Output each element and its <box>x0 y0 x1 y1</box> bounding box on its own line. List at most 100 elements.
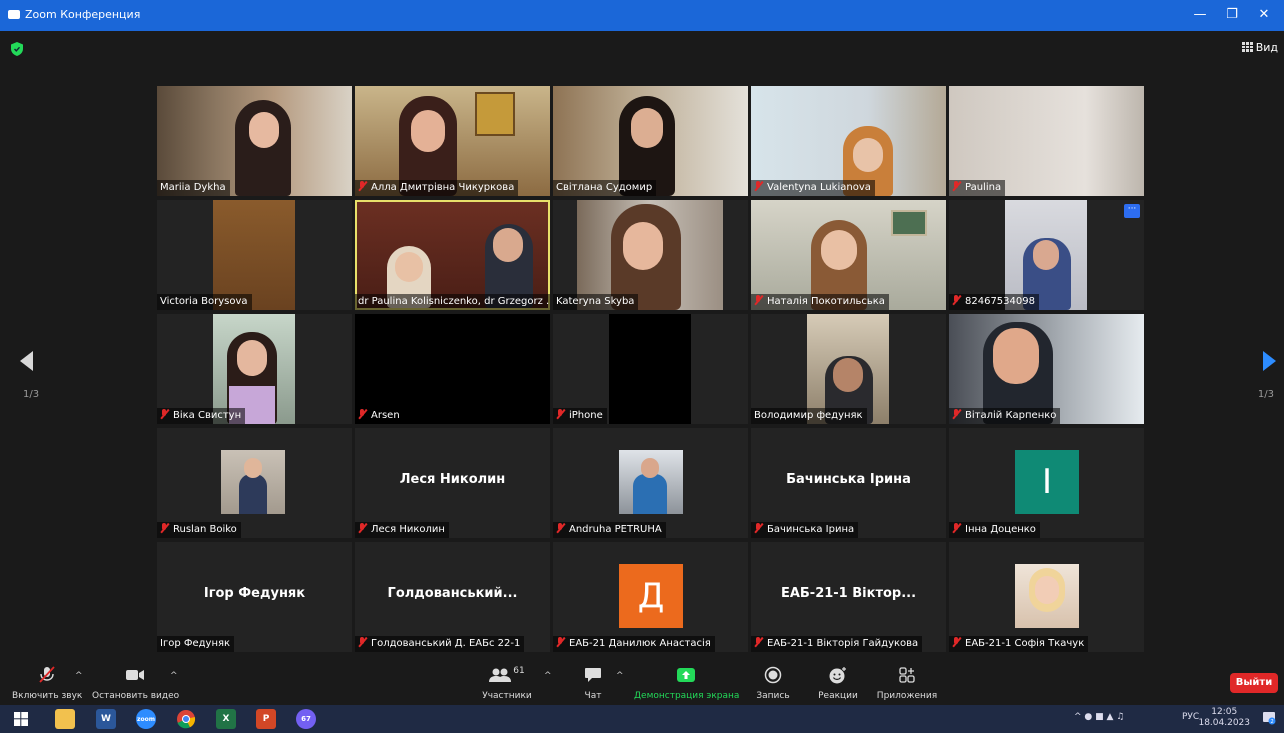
share-screen-button[interactable]: Демонстрация экрана <box>634 665 739 701</box>
notification-center-icon[interactable]: 2 <box>1262 711 1276 725</box>
participant-name: ЕАБ-21-1 Вікторія Гайдукова <box>751 636 923 652</box>
chrome-icon[interactable] <box>176 709 196 729</box>
participant-tile[interactable]: Володимир федуняк <box>751 314 946 424</box>
viber-icon[interactable]: 67 <box>296 709 316 729</box>
participant-video <box>631 108 663 148</box>
chat-options-caret[interactable]: ^ <box>616 671 624 681</box>
participant-video <box>395 252 423 282</box>
participant-tile[interactable]: Світлана Судомир <box>553 86 748 196</box>
participant-video <box>623 222 663 270</box>
participant-tile[interactable]: Віталій Карпенко <box>949 314 1144 424</box>
participant-display-name: Ігор Федуняк <box>203 586 306 601</box>
record-label: Запись <box>756 691 790 701</box>
record-button[interactable]: Запись <box>752 665 794 701</box>
excel-icon[interactable]: X <box>216 709 236 729</box>
more-options-button[interactable]: ··· <box>1124 204 1140 218</box>
word-icon[interactable]: W <box>96 709 116 729</box>
next-page-arrow-icon[interactable] <box>1262 351 1276 371</box>
participant-tile[interactable]: Віка Свистун <box>157 314 352 424</box>
participant-tile[interactable]: Victoria Borysova <box>157 200 352 310</box>
view-button[interactable]: Вид <box>1241 41 1278 54</box>
participant-video <box>609 314 691 424</box>
participant-name: Victoria Borysova <box>157 294 252 310</box>
previous-page-arrow-icon[interactable] <box>20 351 34 371</box>
clock-time: 12:05 <box>1211 707 1238 717</box>
participants-button[interactable]: 61 Участники <box>478 665 536 701</box>
taskbar-clock[interactable]: 12:05 18.04.2023 <box>1198 707 1250 729</box>
participant-tile[interactable]: Mariia Dykha <box>157 86 352 196</box>
participant-tile[interactable]: Kateryna Skyba <box>553 200 748 310</box>
muted-mic-icon <box>160 523 169 533</box>
stop-video-label: Остановить видео <box>92 691 180 701</box>
input-language[interactable]: РУС <box>1182 712 1199 722</box>
participant-photo <box>244 458 262 478</box>
audio-options-caret[interactable]: ^ <box>75 671 83 681</box>
participant-video <box>833 358 863 392</box>
windows-taskbar: W zoom X P 67 ^ ● ■ ▲ ♫ РУС 12:05 18.04.… <box>0 705 1284 733</box>
video-options-caret[interactable]: ^ <box>170 671 178 681</box>
participant-name: Arsen <box>355 408 404 424</box>
participant-tile[interactable]: Леся Николин Леся Николин <box>355 428 550 538</box>
participant-name: 82467534098 <box>949 294 1039 310</box>
participant-tile[interactable]: Valentyna Lukianova <box>751 86 946 196</box>
file-explorer-icon[interactable] <box>55 709 75 729</box>
participant-tile[interactable]: iPhone <box>553 314 748 424</box>
participant-tile[interactable]: Голдованський... Голдованський Д. ЕАБс 2… <box>355 542 550 652</box>
muted-mic-icon <box>160 409 169 419</box>
minimize-button[interactable]: — <box>1184 4 1216 26</box>
participant-name: Алла Дмитрівна Чикуркова <box>355 180 519 196</box>
participant-tile[interactable]: Наталія Покотильська <box>751 200 946 310</box>
participant-tile[interactable]: dr Paulina Kolisniczenko, dr Grzegorz ..… <box>355 200 550 310</box>
participants-label: Участники <box>482 691 532 701</box>
shield-icon[interactable] <box>10 42 24 56</box>
participant-tile[interactable]: ЕАБ-21-1 Софія Ткачук <box>949 542 1144 652</box>
grid-view-icon <box>1241 42 1253 52</box>
participant-video <box>821 230 857 270</box>
participant-tile[interactable]: Arsen <box>355 314 550 424</box>
apps-button[interactable]: Приложения <box>874 665 940 701</box>
zoom-icon[interactable]: zoom <box>136 709 156 729</box>
participant-tile[interactable]: Д ЕАБ-21 Данилюк Анастасія <box>553 542 748 652</box>
muted-mic-icon <box>556 523 565 533</box>
participant-photo <box>641 458 659 478</box>
muted-mic-icon <box>952 295 961 305</box>
stop-video-button[interactable]: Остановить видео <box>92 665 180 701</box>
reactions-button[interactable]: Реакции <box>814 665 862 701</box>
participants-options-caret[interactable]: ^ <box>544 671 552 681</box>
participant-tile[interactable]: Алла Дмитрівна Чикуркова <box>355 86 550 196</box>
participant-tile[interactable]: Ruslan Boiko <box>157 428 352 538</box>
muted-mic-icon <box>952 523 961 533</box>
participant-name: Ігор Федуняк <box>157 636 235 652</box>
maximize-button[interactable]: ❐ <box>1216 4 1248 26</box>
record-icon <box>764 666 782 684</box>
participant-tile[interactable]: Бачинська Ірина Бачинська Ірина <box>751 428 946 538</box>
participant-tile[interactable]: Paulina <box>949 86 1144 196</box>
participant-name: Ruslan Boiko <box>157 522 241 538</box>
muted-mic-icon <box>952 181 961 191</box>
participant-tile[interactable]: Andruha PETRUHA <box>553 428 748 538</box>
participant-tile[interactable]: ··· 82467534098 <box>949 200 1144 310</box>
muted-mic-icon <box>952 637 961 647</box>
participant-video <box>1033 240 1059 270</box>
leave-meeting-button[interactable]: Выйти <box>1230 673 1278 693</box>
clock-date: 18.04.2023 <box>1198 718 1250 728</box>
participant-video <box>237 340 267 376</box>
unmute-button[interactable]: Включить звук <box>12 665 82 701</box>
participant-name: Володимир федуняк <box>751 408 867 424</box>
close-button[interactable]: ✕ <box>1248 4 1280 26</box>
windows-start-icon[interactable] <box>14 712 28 726</box>
powerpoint-icon[interactable]: P <box>256 709 276 729</box>
participant-tile[interactable]: I Інна Доценко <box>949 428 1144 538</box>
participant-video <box>993 328 1039 384</box>
chat-button[interactable]: Чат <box>578 665 608 701</box>
tray-icons[interactable]: ^ ● ■ ▲ ♫ <box>1074 712 1124 722</box>
participant-tile[interactable]: Ігор Федуняк Ігор Федуняк <box>157 542 352 652</box>
participant-name: Mariia Dykha <box>157 180 230 196</box>
participant-video <box>475 92 515 136</box>
muted-mic-icon <box>358 181 367 191</box>
page-indicator-right: 1/3 <box>1257 389 1274 400</box>
participant-tile[interactable]: ЕАБ-21-1 Віктор... ЕАБ-21-1 Вікторія Гай… <box>751 542 946 652</box>
participant-name: iPhone <box>553 408 607 424</box>
participant-avatar: I <box>1015 450 1079 514</box>
participant-video <box>249 112 279 148</box>
